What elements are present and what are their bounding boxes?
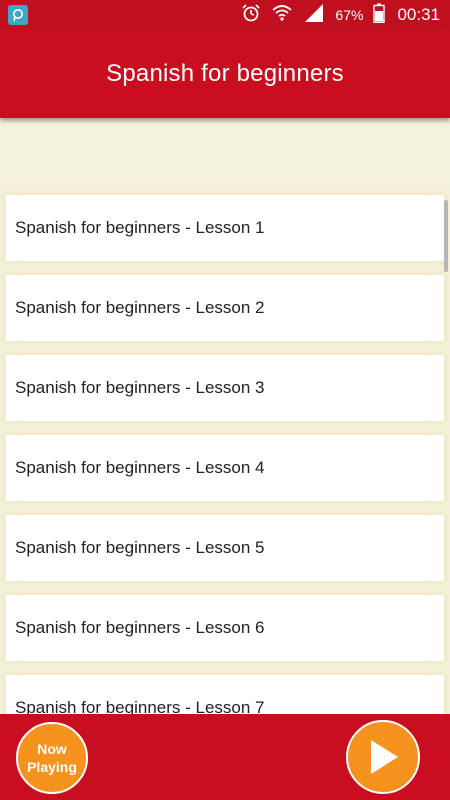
- app-bar: Spanish for beginners: [0, 30, 450, 118]
- play-icon: [371, 740, 398, 774]
- lesson-label: Spanish for beginners - Lesson 1: [15, 218, 265, 237]
- list-item-lesson-2[interactable]: Spanish for beginners - Lesson 2: [6, 275, 444, 341]
- list-item-lesson-7[interactable]: Spanish for beginners - Lesson 7: [6, 675, 444, 714]
- alarm-icon: [241, 3, 261, 27]
- status-icons: 67% 00:31: [241, 0, 440, 30]
- list-item-lesson-3[interactable]: Spanish for beginners - Lesson 3: [6, 355, 444, 421]
- lesson-label: Spanish for beginners - Lesson 2: [15, 298, 265, 317]
- now-playing-button[interactable]: Now Playing: [16, 722, 88, 794]
- lesson-label: Spanish for beginners - Lesson 6: [15, 618, 265, 637]
- status-clock: 00:31: [397, 5, 440, 24]
- play-button[interactable]: [346, 720, 420, 794]
- lesson-list[interactable]: Spanish for beginners - Lesson 1 Spanish…: [0, 118, 450, 714]
- battery-icon: [373, 3, 386, 27]
- list-item-lesson-1[interactable]: Spanish for beginners - Lesson 1: [6, 195, 444, 261]
- scrollbar[interactable]: [444, 200, 448, 272]
- page-title: Spanish for beginners: [106, 60, 344, 87]
- app-notification-icon: [8, 5, 28, 25]
- lesson-label: Spanish for beginners - Lesson 7: [15, 698, 265, 714]
- status-bar: 67% 00:31: [0, 0, 450, 30]
- wifi-icon: [271, 3, 293, 27]
- bottom-bar: Now Playing: [0, 714, 450, 800]
- list-item-lesson-5[interactable]: Spanish for beginners - Lesson 5: [6, 515, 444, 581]
- lesson-label: Spanish for beginners - Lesson 3: [15, 378, 265, 397]
- list-item-lesson-4[interactable]: Spanish for beginners - Lesson 4: [6, 435, 444, 501]
- lesson-label: Spanish for beginners - Lesson 5: [15, 538, 265, 557]
- list-item-lesson-6[interactable]: Spanish for beginners - Lesson 6: [6, 595, 444, 661]
- battery-percent: 67%: [335, 7, 364, 23]
- now-playing-label: Now Playing: [27, 741, 77, 775]
- signal-icon: [303, 3, 325, 27]
- lesson-label: Spanish for beginners - Lesson 4: [15, 458, 265, 477]
